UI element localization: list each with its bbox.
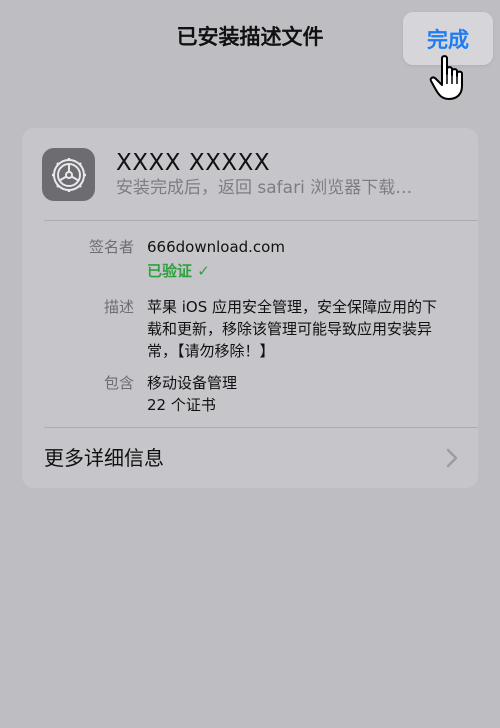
contains-label: 包含 [103,374,134,392]
profile-subtitle: 安装完成后，返回 safari 浏览器下载… [116,178,413,198]
signer-value: 666download.com [147,238,285,256]
hand-pointer-icon [429,55,463,100]
done-button-label: 完成 [427,27,469,52]
description-line-2: 载和更新，移除该管理可能导致应用安装异 [147,320,433,338]
profile-card: XXXX XXXXX 安装完成后，返回 safari 浏览器下载… 签名者 66… [22,128,478,488]
divider [44,220,478,221]
contains-line-2: 22 个证书 [147,396,216,414]
description-label: 描述 [103,298,134,316]
more-details-row[interactable]: 更多详细信息 [22,428,478,488]
gear-icon [42,148,95,201]
chevron-right-icon [446,448,458,468]
description-line-1: 苹果 iOS 应用安全管理，安全保障应用的下 [147,298,438,316]
signer-label: 签名者 [88,238,134,256]
contains-line-1: 移动设备管理 [147,374,238,392]
description-line-3: 常，【请勿移除！】 [147,342,275,360]
verified-status: 已验证 ✓ [147,262,210,280]
more-details-label: 更多详细信息 [44,446,164,470]
profile-name: XXXX XXXXX [116,150,271,176]
